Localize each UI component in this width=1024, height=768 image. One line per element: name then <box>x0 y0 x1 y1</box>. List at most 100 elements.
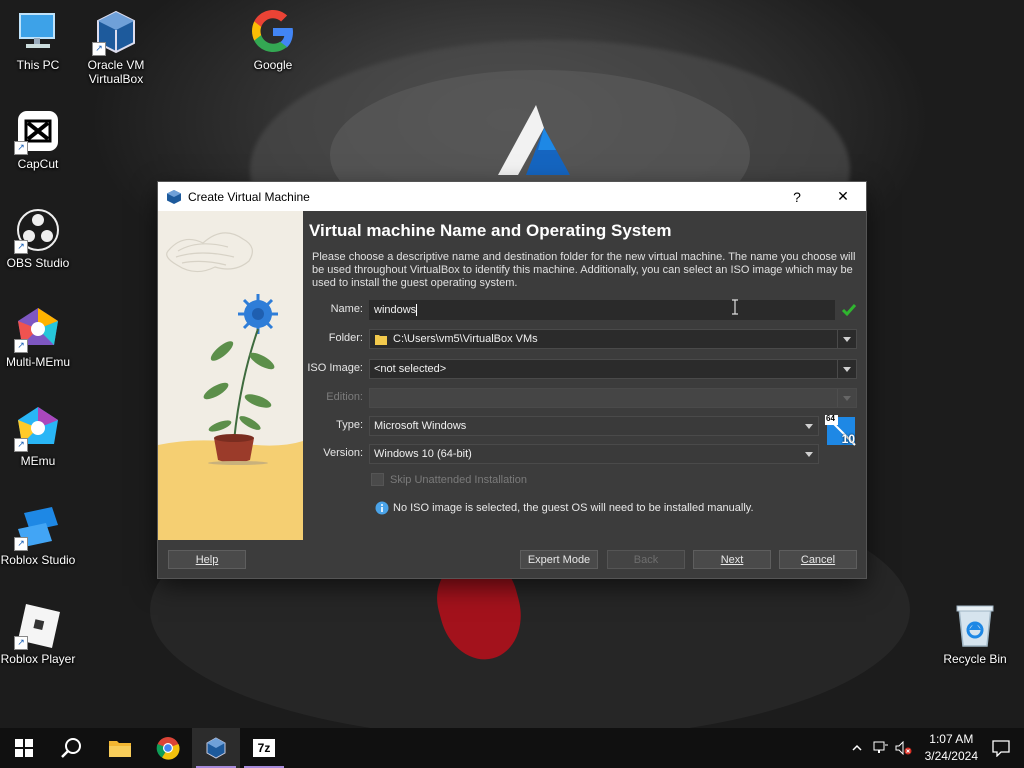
dialog-button-bar: Help Expert Mode Back Next Cancel <box>158 540 866 578</box>
desktop-icon-label: CapCut <box>17 157 59 171</box>
type-dropdown-button[interactable] <box>800 417 818 435</box>
taskbar-virtualbox[interactable] <box>192 728 240 768</box>
desktop-icon-label: Roblox Studio <box>0 553 76 567</box>
desktop-icon-label: MEmu <box>20 454 56 468</box>
desktop-icon-label: This PC <box>16 58 60 72</box>
expert-mode-label: Expert Mode <box>527 553 591 566</box>
iso-image-select[interactable]: <not selected> <box>369 359 857 379</box>
wizard-illustration <box>158 211 303 540</box>
computer-icon <box>14 8 62 56</box>
roblox-studio-icon: ↗ <box>14 503 62 551</box>
close-button[interactable]: ✕ <box>820 182 866 211</box>
desktop-icon-label: OBS Studio <box>6 256 70 270</box>
cancel-label: Cancel <box>800 553 836 566</box>
iso-image-label: ISO Image: <box>307 362 363 374</box>
folder-value: C:\Users\vm5\VirtualBox VMs <box>393 333 538 345</box>
clock[interactable]: 1:07 AM 3/24/2024 <box>925 731 978 765</box>
name-input-value: windows <box>374 304 417 316</box>
help-button-label: Help <box>195 553 219 566</box>
edition-select <box>369 388 857 408</box>
taskbar-chrome[interactable] <box>144 728 192 768</box>
chrome-icon <box>156 737 180 760</box>
chevron-down-icon <box>843 395 851 401</box>
cancel-button[interactable]: Cancel <box>779 550 857 569</box>
help-title-button[interactable]: ? <box>774 182 820 211</box>
chevron-down-icon <box>805 423 813 429</box>
capcut-icon: ↗ <box>14 107 62 155</box>
memu-icon: ↗ <box>14 404 62 452</box>
system-tray: 1:07 AM 3/24/2024 <box>851 728 1024 768</box>
os-badge-bits: 64 <box>826 414 835 423</box>
file-explorer-icon <box>109 741 131 757</box>
skip-unattended-checkbox <box>371 473 384 486</box>
start-button[interactable] <box>0 728 48 768</box>
desktop-icon-label: VirtualBox <box>88 72 144 86</box>
desktop-icon-multi-memu[interactable]: ↗ Multi-MEmu <box>0 305 76 369</box>
obs-icon: ↗ <box>14 206 62 254</box>
desktop-icon-capcut[interactable]: ↗ CapCut <box>0 107 76 171</box>
help-button[interactable]: Help <box>168 550 246 569</box>
shortcut-arrow-icon: ↗ <box>14 438 28 452</box>
desktop-icon-obs[interactable]: ↗ OBS Studio <box>0 206 76 270</box>
desktop-icon-roblox-player[interactable]: ↗ Roblox Player <box>0 602 76 666</box>
multi-memu-icon: ↗ <box>14 305 62 353</box>
info-text: No ISO image is selected, the guest OS w… <box>393 502 754 514</box>
desktop-icon-roblox-studio[interactable]: ↗ Roblox Studio <box>0 503 76 567</box>
version-select[interactable]: Windows 10 (64-bit) <box>369 444 819 464</box>
iso-image-value: <not selected> <box>374 363 447 375</box>
chevron-down-icon <box>843 366 851 372</box>
network-icon[interactable] <box>873 741 889 755</box>
wizard-page: Virtual machine Name and Operating Syste… <box>303 211 866 540</box>
desktop-icon-google[interactable]: Google <box>235 8 311 72</box>
desktop-icon-this-pc[interactable]: This PC <box>0 8 76 72</box>
desktop-icon-label: Google <box>253 58 293 72</box>
version-label: Version: <box>323 447 363 459</box>
desktop-icon-label: Recycle Bin <box>943 652 1007 666</box>
type-select[interactable]: Microsoft Windows <box>369 416 819 436</box>
desktop-icon-label: Multi-MEmu <box>5 355 70 369</box>
os-badge-version: 10 <box>841 432 855 446</box>
desktop-icon-label: Oracle VM <box>87 58 145 72</box>
taskbar: 7z 1:07 AM 3/24/2024 <box>0 728 1024 768</box>
recycle-bin-icon <box>951 602 999 650</box>
show-hidden-icons-chevron-up-icon[interactable] <box>851 742 863 754</box>
next-label: Next <box>720 553 744 566</box>
folder-icon <box>375 335 387 345</box>
type-label: Type: <box>336 419 363 431</box>
taskbar-file-explorer[interactable] <box>96 728 144 768</box>
taskbar-7zip[interactable]: 7z <box>240 728 288 768</box>
next-button[interactable]: Next <box>693 550 771 569</box>
folder-dropdown-button[interactable] <box>837 330 856 348</box>
roblox-player-icon: ↗ <box>14 602 62 650</box>
info-message: No ISO image is selected, the guest OS w… <box>375 501 754 515</box>
back-label: Back <box>633 553 659 566</box>
version-value: Windows 10 (64-bit) <box>374 448 472 460</box>
volume-muted-icon[interactable] <box>895 741 913 755</box>
shortcut-arrow-icon: ↗ <box>14 141 28 155</box>
skip-unattended-label: Skip Unattended Installation <box>390 473 527 486</box>
dialog-titlebar[interactable]: Create Virtual Machine ? ✕ <box>158 182 866 211</box>
info-icon <box>375 501 389 515</box>
wallpaper-logo <box>498 105 570 175</box>
folder-select[interactable]: C:\Users\vm5\VirtualBox VMs <box>369 329 857 349</box>
shortcut-arrow-icon: ↗ <box>14 636 28 650</box>
iso-dropdown-button[interactable] <box>837 360 856 378</box>
desktop-icon-virtualbox[interactable]: ↗ Oracle VM VirtualBox <box>78 8 154 86</box>
edition-label: Edition: <box>326 391 363 403</box>
google-icon <box>249 8 297 56</box>
version-dropdown-button[interactable] <box>800 445 818 463</box>
virtualbox-icon <box>167 189 181 204</box>
expert-mode-button[interactable]: Expert Mode <box>520 550 598 569</box>
desktop-icon-recycle-bin[interactable]: Recycle Bin <box>937 602 1013 666</box>
page-title: Virtual machine Name and Operating Syste… <box>309 221 672 240</box>
name-input[interactable]: windows <box>369 300 835 320</box>
name-valid-check-icon <box>841 304 857 317</box>
notifications-icon[interactable] <box>992 739 1010 757</box>
back-button: Back <box>607 550 685 569</box>
desktop-icon-memu[interactable]: ↗ MEmu <box>0 404 76 468</box>
create-vm-dialog: Create Virtual Machine ? ✕ Virtual machi… <box>158 182 866 578</box>
dialog-title: Create Virtual Machine <box>188 189 310 204</box>
shortcut-arrow-icon: ↗ <box>14 537 28 551</box>
shortcut-arrow-icon: ↗ <box>14 339 28 353</box>
search-button[interactable] <box>48 728 96 768</box>
